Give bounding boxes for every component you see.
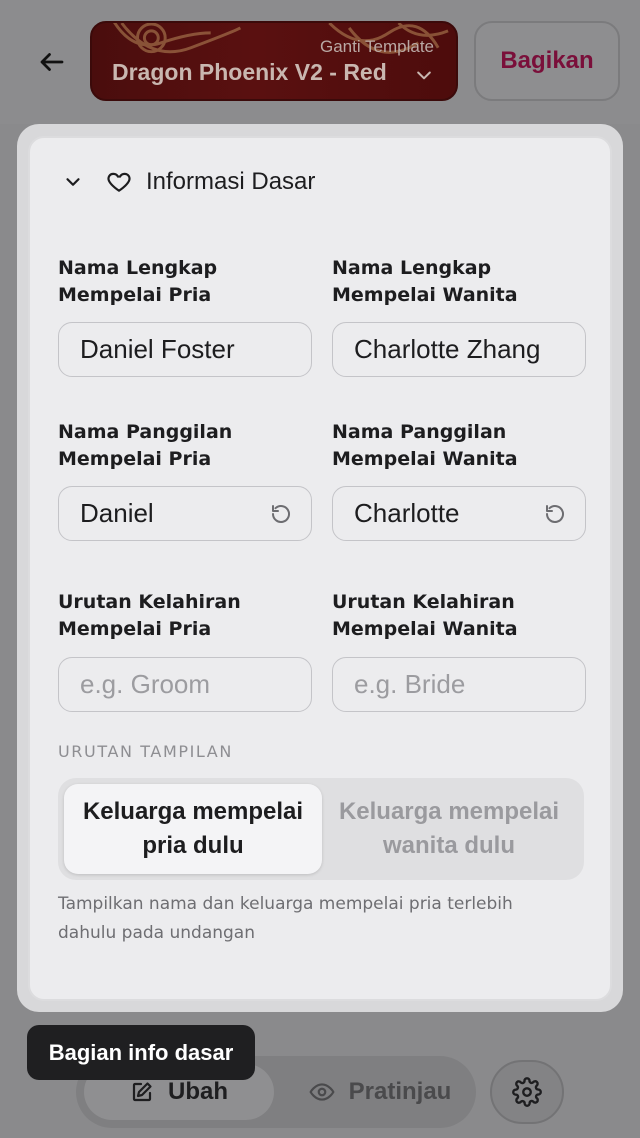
share-button[interactable]: Bagikan [474, 21, 620, 101]
segment-bride-first[interactable]: Keluarga mempelai wanita dulu [320, 784, 578, 874]
settings-button[interactable] [490, 1060, 564, 1124]
top-header: Ganti Template Dragon Phoenix V2 - Red B… [0, 0, 640, 124]
bride-full-name-input[interactable]: Charlotte Zhang [332, 322, 586, 377]
segment-groom-first[interactable]: Keluarga mempelai pria dulu [64, 784, 322, 874]
chevron-down-icon[interactable] [62, 171, 84, 193]
bride-birth-order-input[interactable]: e.g. Bride [332, 657, 586, 712]
groom-nickname-input[interactable]: Daniel [58, 486, 312, 541]
reset-icon[interactable] [543, 502, 567, 526]
eye-icon [309, 1083, 335, 1101]
bride-nickname-input[interactable]: Charlotte [332, 486, 586, 541]
groom-full-name-label: Nama Lengkap Mempelai Pria [58, 257, 218, 306]
display-order-label: URUTAN TAMPILAN [58, 742, 233, 761]
groom-full-name-value: Daniel Foster [80, 334, 235, 364]
pencil-square-icon [132, 1082, 152, 1102]
bride-birth-order-placeholder: e.g. Bride [354, 669, 466, 699]
groom-birth-order-label: Urutan Kelahiran Mempelai Pria [58, 591, 241, 640]
arrow-left-icon [40, 53, 64, 71]
template-switcher[interactable]: Ganti Template Dragon Phoenix V2 - Red [90, 21, 458, 101]
template-name: Dragon Phoenix V2 - Red [112, 59, 387, 85]
groom-birth-order-placeholder: e.g. Groom [80, 669, 211, 699]
gear-icon [512, 1077, 542, 1107]
groom-nickname-value: Daniel [80, 498, 154, 528]
display-order-segmented-control: Keluarga mempelai pria dulu Keluarga mem… [58, 778, 584, 880]
groom-nickname-label: Nama Panggilan Mempelai Pria [58, 421, 233, 470]
tooltip: Bagian info dasar [27, 1025, 255, 1080]
bride-nickname-label: Nama Panggilan Mempelai Wanita [332, 421, 518, 470]
groom-full-name-input[interactable]: Daniel Foster [58, 322, 312, 377]
bride-birth-order-label: Urutan Kelahiran Mempelai Wanita [332, 591, 518, 640]
tab-preview-label: Pratinjau [348, 1078, 452, 1105]
tab-edit-label: Ubah [168, 1078, 228, 1105]
reset-icon[interactable] [269, 502, 293, 526]
basic-info-panel: Informasi Dasar Nama Lengkap Mempelai Pr… [28, 136, 612, 1001]
groom-birth-order-input[interactable]: e.g. Groom [58, 657, 312, 712]
display-order-hint: Tampilkan nama dan keluarga mempelai pri… [58, 894, 513, 943]
bride-nickname-value: Charlotte [354, 498, 460, 528]
chevron-down-icon [417, 71, 431, 80]
section-title: Informasi Dasar [146, 168, 316, 195]
bride-full-name-value: Charlotte Zhang [354, 334, 541, 364]
bride-full-name-label: Nama Lengkap Mempelai Wanita [332, 257, 518, 306]
tab-preview[interactable]: Pratinjau [290, 1064, 470, 1120]
segment-groom-first-label: Keluarga mempelai pria dulu [82, 798, 304, 859]
back-button[interactable] [30, 40, 74, 84]
template-label: Ganti Template [319, 37, 434, 56]
segment-bride-first-label: Keluarga mempelai wanita dulu [338, 798, 560, 859]
section-header[interactable]: Informasi Dasar [62, 168, 315, 196]
heart-icon [107, 172, 131, 192]
